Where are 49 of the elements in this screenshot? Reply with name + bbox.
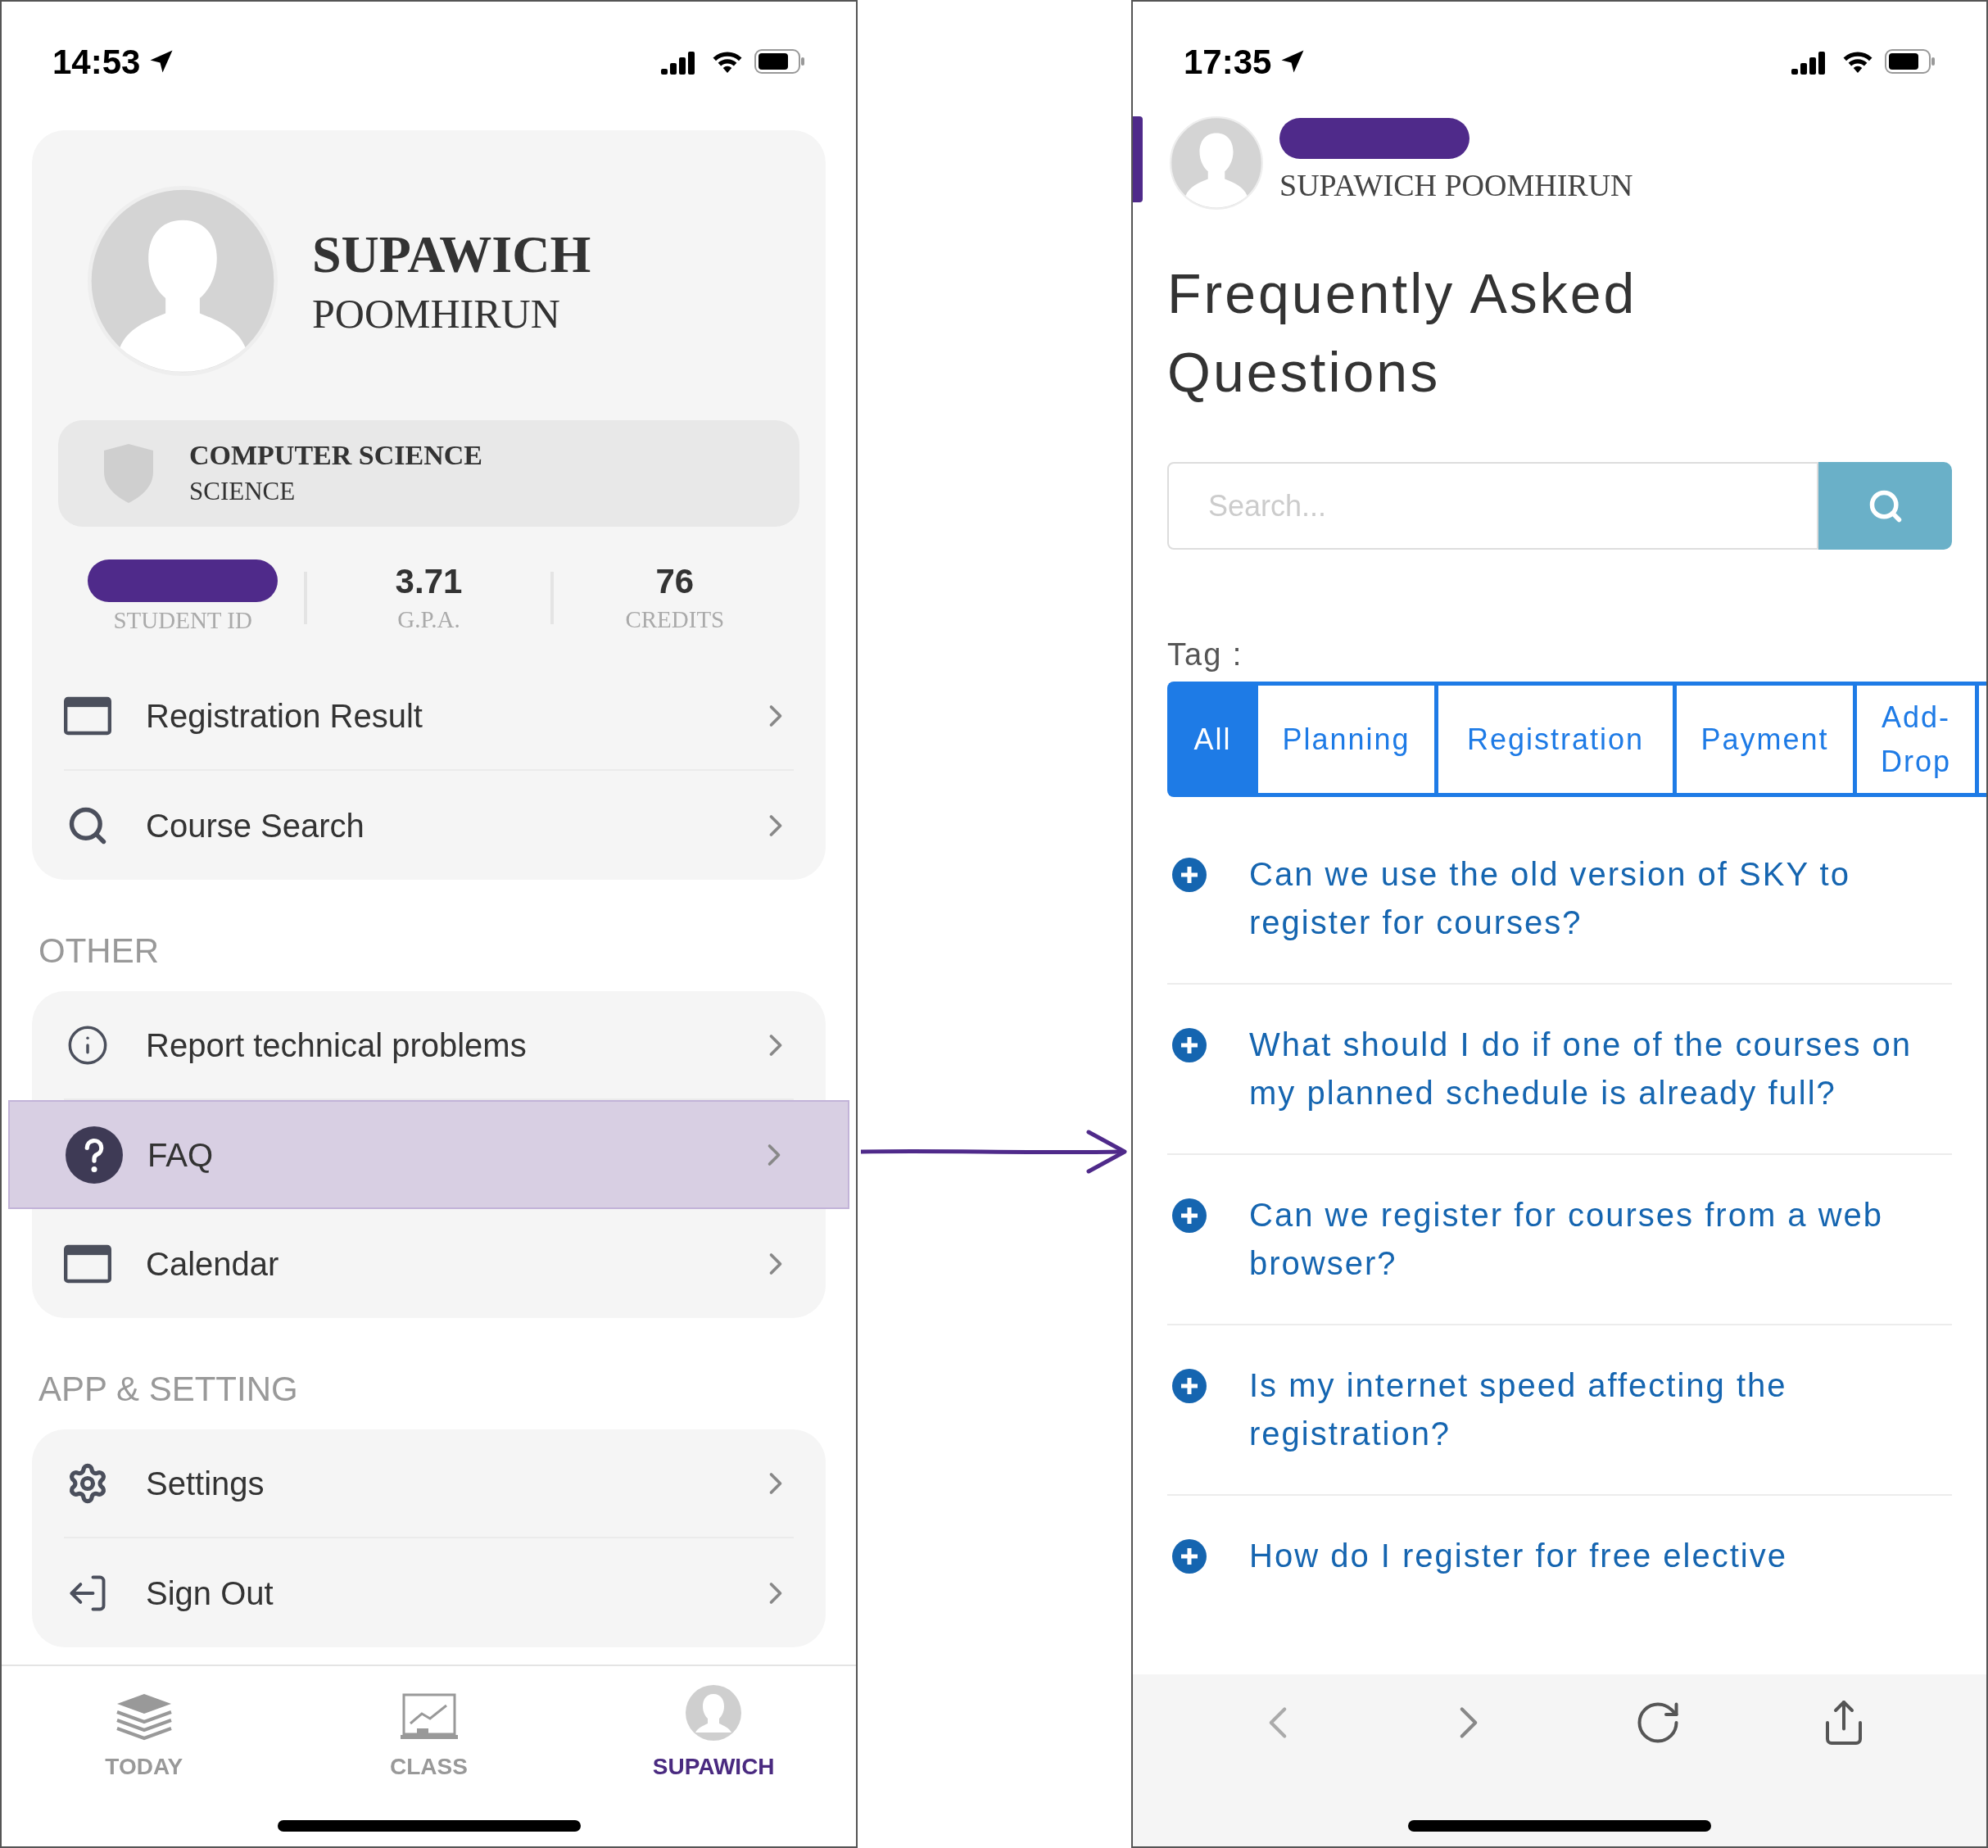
help-icon <box>66 1124 123 1185</box>
program-name: COMPUTER SCIENCE <box>189 439 482 472</box>
menu-item-label: Registration Result <box>146 696 423 736</box>
first-name: SUPAWICH <box>312 224 591 285</box>
section-heading: OTHER <box>38 931 160 972</box>
faq-question[interactable]: Can we use the old version of SKY to register for courses? <box>1249 850 1952 947</box>
stat-value: 76 <box>655 560 695 602</box>
chart-board-icon <box>400 1692 458 1742</box>
menu-item-label: Calendar <box>146 1244 280 1284</box>
status-time: 17:35 <box>1184 41 1272 83</box>
search-button[interactable] <box>1818 462 1952 550</box>
stat-label: G.P.A. <box>397 605 460 634</box>
tag-filter[interactable]: All <box>1171 686 1258 793</box>
user-name: SUPAWICH POOMHIRUN <box>1279 166 1633 204</box>
status-time: 14:53 <box>52 41 141 83</box>
menu-item-label: Sign Out <box>146 1574 274 1613</box>
stack-icon <box>115 1692 173 1742</box>
plus-circle-icon <box>1172 1198 1207 1233</box>
menu-item-label: FAQ <box>147 1135 215 1175</box>
faq-question[interactable]: Can we register for courses from a web browser? <box>1249 1191 1952 1288</box>
menu-item[interactable]: FAQ <box>8 1100 849 1209</box>
menu-item[interactable]: Sign Out <box>32 1538 826 1647</box>
stat-label: STUDENT ID <box>113 605 252 635</box>
tag-label: Tag : <box>1167 636 1244 673</box>
menu-item[interactable]: Settings <box>32 1429 826 1538</box>
plus-circle-icon <box>1172 1539 1207 1574</box>
stat-value: 3.71 <box>395 560 463 602</box>
menu-item[interactable]: Calendar <box>32 1209 826 1318</box>
profile-icon <box>685 1684 743 1742</box>
stat-label: CREDITS <box>625 605 725 634</box>
menu-item-label: Report technical problems <box>146 1026 528 1065</box>
battery-icon <box>754 49 805 74</box>
menu-item[interactable]: Registration Result <box>32 662 826 771</box>
plus-circle-icon <box>1172 858 1207 892</box>
shield-icon <box>102 442 155 505</box>
menu-item-label: Course Search <box>146 806 365 845</box>
faq-question[interactable]: Is my internet speed affecting the registration? <box>1249 1361 1952 1458</box>
section-heading: APP & SETTING <box>38 1369 299 1410</box>
faculty-name: SCIENCE <box>189 476 297 507</box>
menu-item-label: Settings <box>146 1464 265 1503</box>
tab-item[interactable]: SUPAWICH <box>571 1683 856 1784</box>
plus-circle-icon <box>1172 1369 1207 1403</box>
battery-icon <box>1885 49 1936 74</box>
menu-item[interactable]: Course Search <box>32 771 826 880</box>
faq-question[interactable]: How do I register for free elective <box>1249 1532 1787 1580</box>
plus-circle-icon <box>1172 1028 1207 1062</box>
page-title: Frequently Asked Questions <box>1167 261 1638 405</box>
last-name: POOMHIRUN <box>312 290 561 338</box>
faq-question[interactable]: What should I do if one of the courses on my planned schedule is already full? <box>1249 1021 1952 1117</box>
